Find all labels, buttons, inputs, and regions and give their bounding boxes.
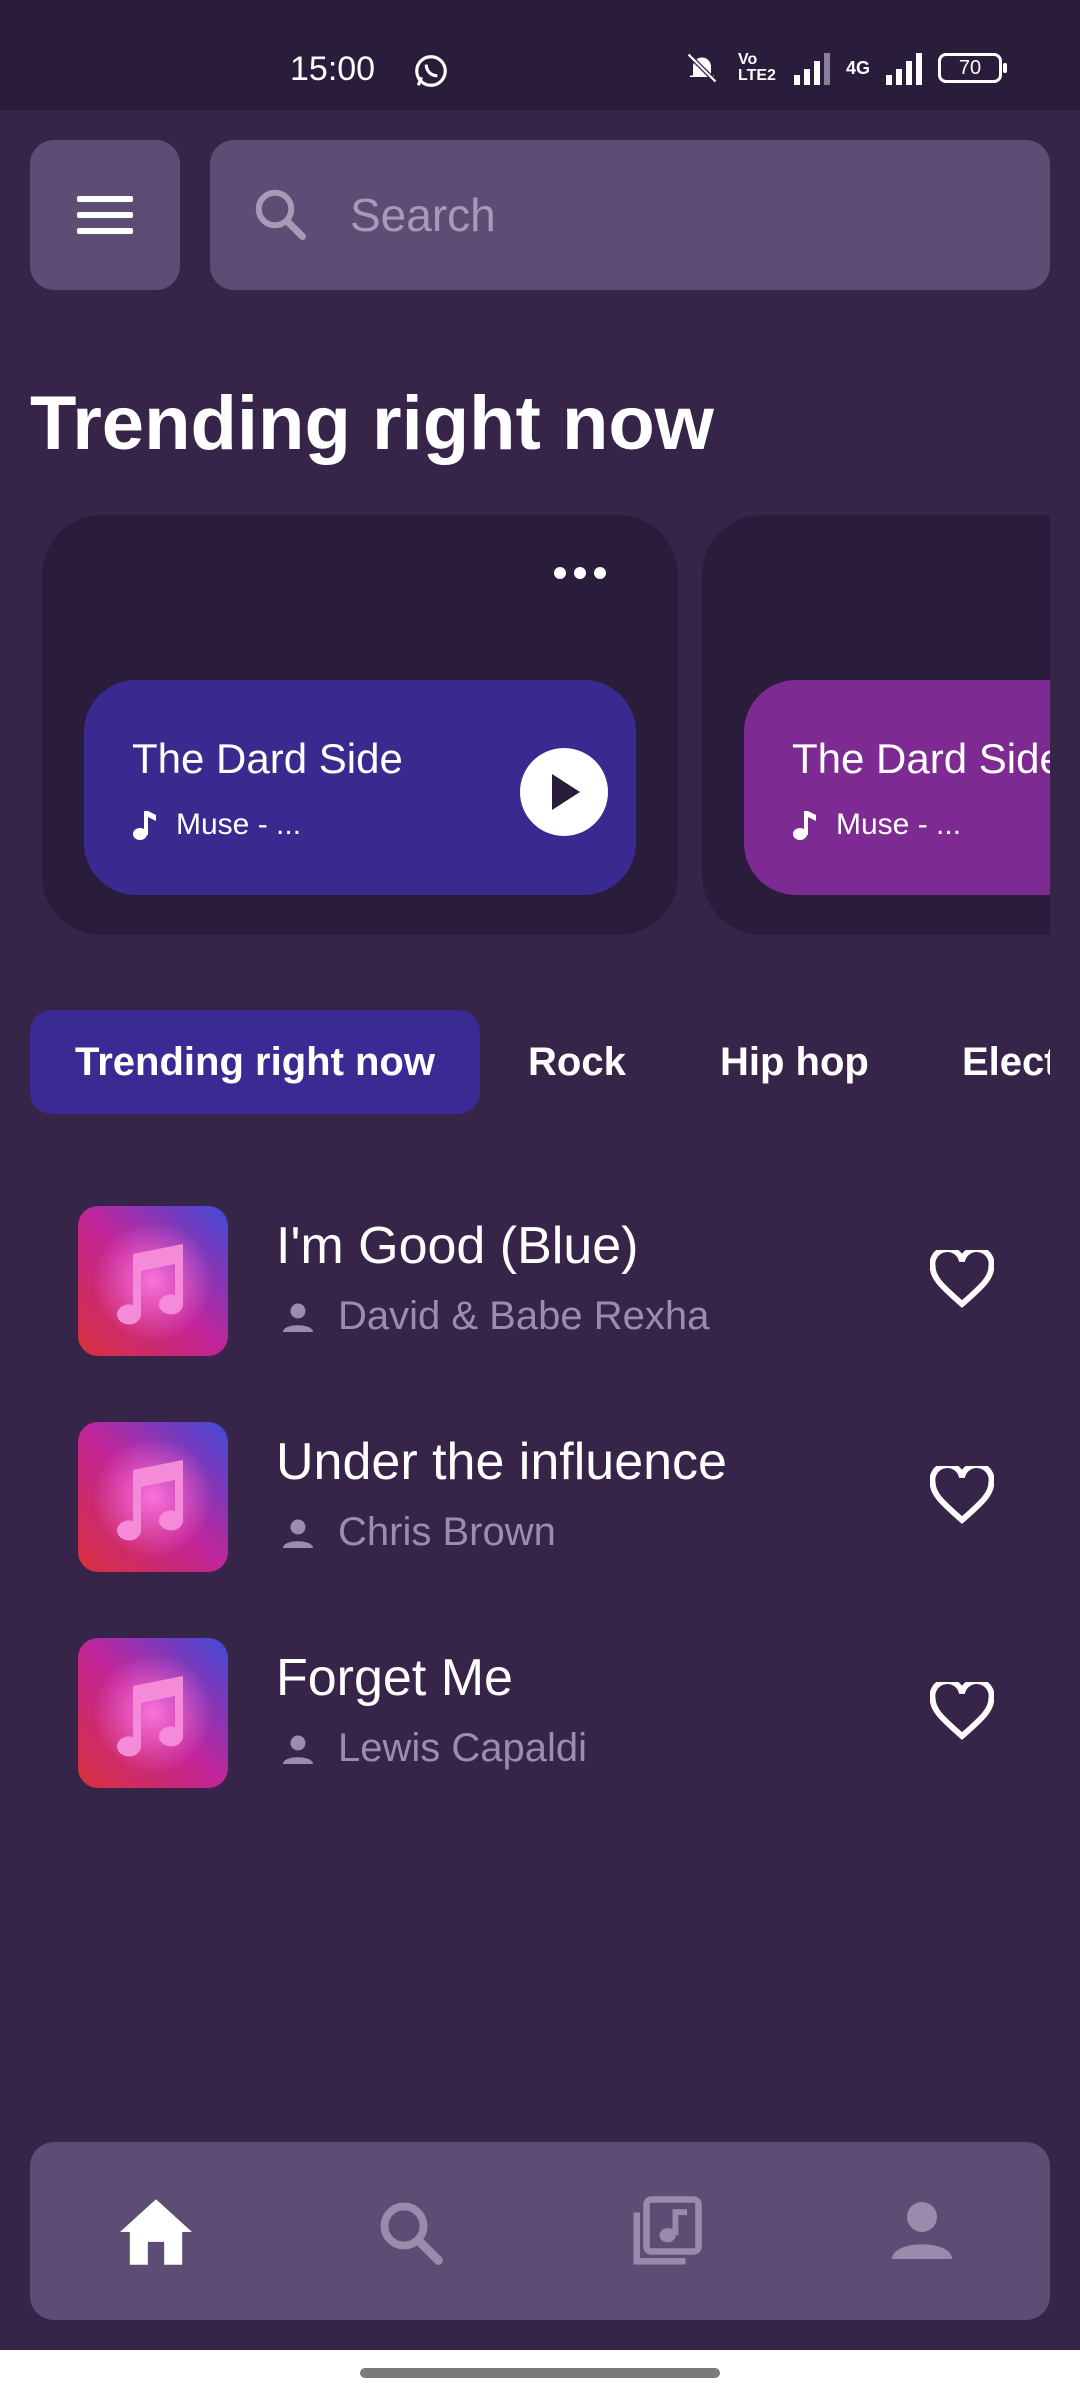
song-title: I'm Good (Blue): [276, 1217, 639, 1275]
featured-card-panel[interactable]: The Dard Side Muse - ...: [84, 680, 636, 895]
signal-icon-2: [886, 53, 922, 85]
featured-card-panel[interactable]: The Dard Side Muse - ...: [744, 680, 1050, 895]
play-button[interactable]: [520, 748, 608, 836]
featured-subtitle: Muse - ...: [836, 808, 962, 841]
person-icon: [892, 2202, 952, 2259]
music-album-icon: [78, 1206, 228, 1356]
mute-notification-icon: [686, 52, 718, 84]
menu-button[interactable]: [30, 140, 180, 290]
featured-title: The Dard Side: [792, 735, 1050, 782]
genre-tabs[interactable]: Trending right now Rock Hip hop Elect: [30, 1010, 1050, 1114]
featured-card[interactable]: The Dard Side Muse - ...: [702, 515, 1050, 935]
heart-icon[interactable]: [930, 1466, 994, 1526]
status-time: 15:00: [290, 50, 376, 88]
tab-hip-hop[interactable]: Hip hop: [720, 1010, 869, 1114]
tab-rock[interactable]: Rock: [528, 1010, 626, 1114]
search-input[interactable]: [350, 180, 1010, 250]
song-artist: David & Babe Rexha: [338, 1294, 710, 1338]
more-options-icon[interactable]: [554, 567, 606, 579]
heart-icon[interactable]: [930, 1250, 994, 1310]
section-title: Trending right now: [30, 381, 714, 466]
featured-subtitle: Muse - ...: [176, 808, 302, 841]
song-list-item[interactable]: Under the influence Chris Brown: [78, 1422, 1018, 1572]
play-icon: [552, 774, 580, 810]
tab-electronic[interactable]: Elect: [962, 1010, 1050, 1114]
tab-trending[interactable]: Trending right now: [30, 1010, 480, 1114]
album-art: [78, 1638, 228, 1788]
heart-icon[interactable]: [930, 1682, 994, 1742]
music-note-icon: [133, 811, 156, 840]
person-icon: [283, 1519, 313, 1548]
home-icon: [120, 2199, 192, 2265]
music-album-icon: [78, 1422, 228, 1572]
featured-subtitle-row: Muse - ...: [792, 808, 961, 842]
status-bar: 15:00 Vo LTE2 4G 70: [0, 0, 1080, 110]
song-artist: Lewis Capaldi: [338, 1726, 588, 1770]
person-icon: [283, 1735, 313, 1764]
signal-icon: [793, 53, 830, 85]
music-album-icon: [78, 1638, 228, 1788]
home-indicator[interactable]: [360, 2368, 720, 2378]
search-icon: [255, 189, 306, 240]
song-title: Forget Me: [276, 1649, 513, 1707]
person-icon: [283, 1303, 313, 1332]
nav-profile[interactable]: [872, 2182, 972, 2282]
featured-subtitle-row: Muse - ...: [132, 808, 301, 842]
featured-card[interactable]: The Dard Side Muse - ...: [42, 515, 678, 935]
album-art: [78, 1206, 228, 1356]
featured-carousel[interactable]: The Dard Side Muse - ... The Dard Side M…: [0, 515, 1050, 935]
song-artist-row: David & Babe Rexha: [280, 1294, 709, 1339]
music-note-icon: [793, 811, 816, 840]
nav-library[interactable]: [616, 2182, 716, 2282]
nav-home[interactable]: [106, 2182, 206, 2282]
search-bar[interactable]: [210, 140, 1050, 290]
hamburger-icon: [77, 196, 133, 234]
volte-label: Vo LTE2: [737, 51, 776, 84]
song-artist: Chris Brown: [338, 1510, 556, 1554]
network-type-label: 4G: [845, 57, 870, 78]
bottom-nav: [30, 2142, 1050, 2320]
status-icons: Vo LTE2 4G 70: [680, 50, 1007, 86]
library-music-icon: [633, 2196, 702, 2265]
featured-title: The Dard Side: [132, 735, 403, 782]
whatsapp-icon: [415, 55, 447, 87]
song-list-item[interactable]: I'm Good (Blue) David & Babe Rexha: [78, 1206, 1018, 1356]
album-art: [78, 1422, 228, 1572]
nav-search[interactable]: [360, 2182, 460, 2282]
song-list-item[interactable]: Forget Me Lewis Capaldi: [78, 1638, 1018, 1788]
song-artist-row: Lewis Capaldi: [280, 1726, 587, 1771]
song-artist-row: Chris Brown: [280, 1510, 556, 1555]
battery-indicator: 70: [938, 53, 1007, 83]
song-title: Under the influence: [276, 1433, 727, 1491]
search-icon: [380, 2202, 443, 2265]
